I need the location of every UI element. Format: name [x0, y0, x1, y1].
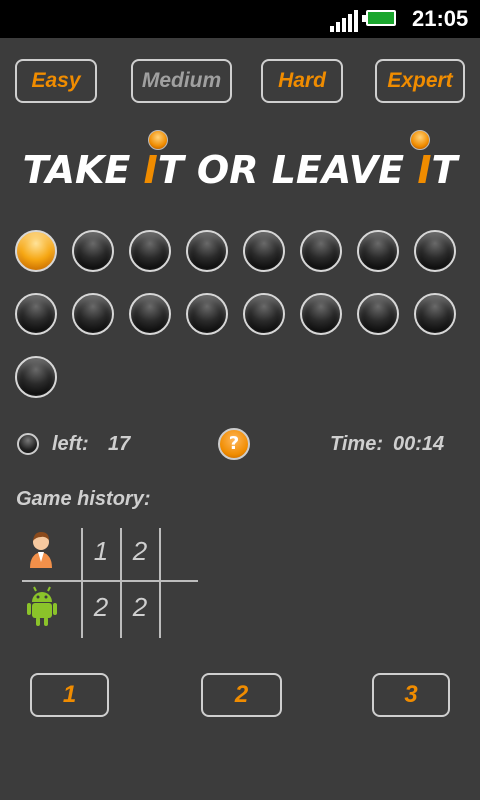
ball[interactable] — [243, 293, 285, 335]
time-value: 00:14 — [393, 433, 445, 455]
title-dot-icon — [148, 130, 168, 150]
history-cell: 2 — [93, 592, 109, 622]
person-icon — [30, 532, 52, 568]
take-2-button[interactable]: 2 — [201, 673, 282, 717]
ball[interactable] — [186, 293, 228, 335]
ball[interactable] — [15, 230, 57, 272]
left-count: 17 — [108, 433, 131, 455]
grid-divider — [159, 528, 161, 638]
ball[interactable] — [300, 230, 342, 272]
medium-button[interactable]: Medium — [131, 59, 232, 103]
ball[interactable] — [243, 230, 285, 272]
battery-icon — [362, 10, 396, 26]
ball[interactable] — [72, 230, 114, 272]
grid-divider — [22, 580, 198, 582]
ball[interactable] — [186, 230, 228, 272]
ball[interactable] — [15, 356, 57, 398]
history-cell: 1 — [93, 536, 109, 566]
history-title: Game history: — [16, 488, 151, 510]
status-bar: 21:05 — [0, 0, 480, 38]
hard-button[interactable]: Hard — [261, 59, 343, 103]
ball[interactable] — [357, 293, 399, 335]
left-label: left: — [52, 433, 89, 455]
android-icon — [27, 586, 57, 626]
take-3-button[interactable]: 3 — [372, 673, 450, 717]
easy-button[interactable]: Easy — [15, 59, 97, 103]
ball[interactable] — [300, 293, 342, 335]
ball[interactable] — [15, 293, 57, 335]
game-title: TAKE IT OR LEAVE IT — [22, 148, 458, 192]
ball[interactable] — [129, 293, 171, 335]
signal-icon — [330, 10, 358, 32]
title-dot-icon — [410, 130, 430, 150]
ball[interactable] — [72, 293, 114, 335]
expert-button[interactable]: Expert — [375, 59, 465, 103]
ball[interactable] — [129, 230, 171, 272]
history-cell: 2 — [132, 536, 148, 566]
status-time: 21:05 — [412, 6, 469, 31]
history-cell: 2 — [132, 592, 148, 622]
ball[interactable] — [414, 230, 456, 272]
help-button[interactable]: ? — [218, 428, 250, 460]
take-1-button[interactable]: 1 — [30, 673, 109, 717]
ball-icon — [17, 433, 39, 455]
ball[interactable] — [414, 293, 456, 335]
time-label: Time: — [330, 433, 383, 455]
ball[interactable] — [357, 230, 399, 272]
